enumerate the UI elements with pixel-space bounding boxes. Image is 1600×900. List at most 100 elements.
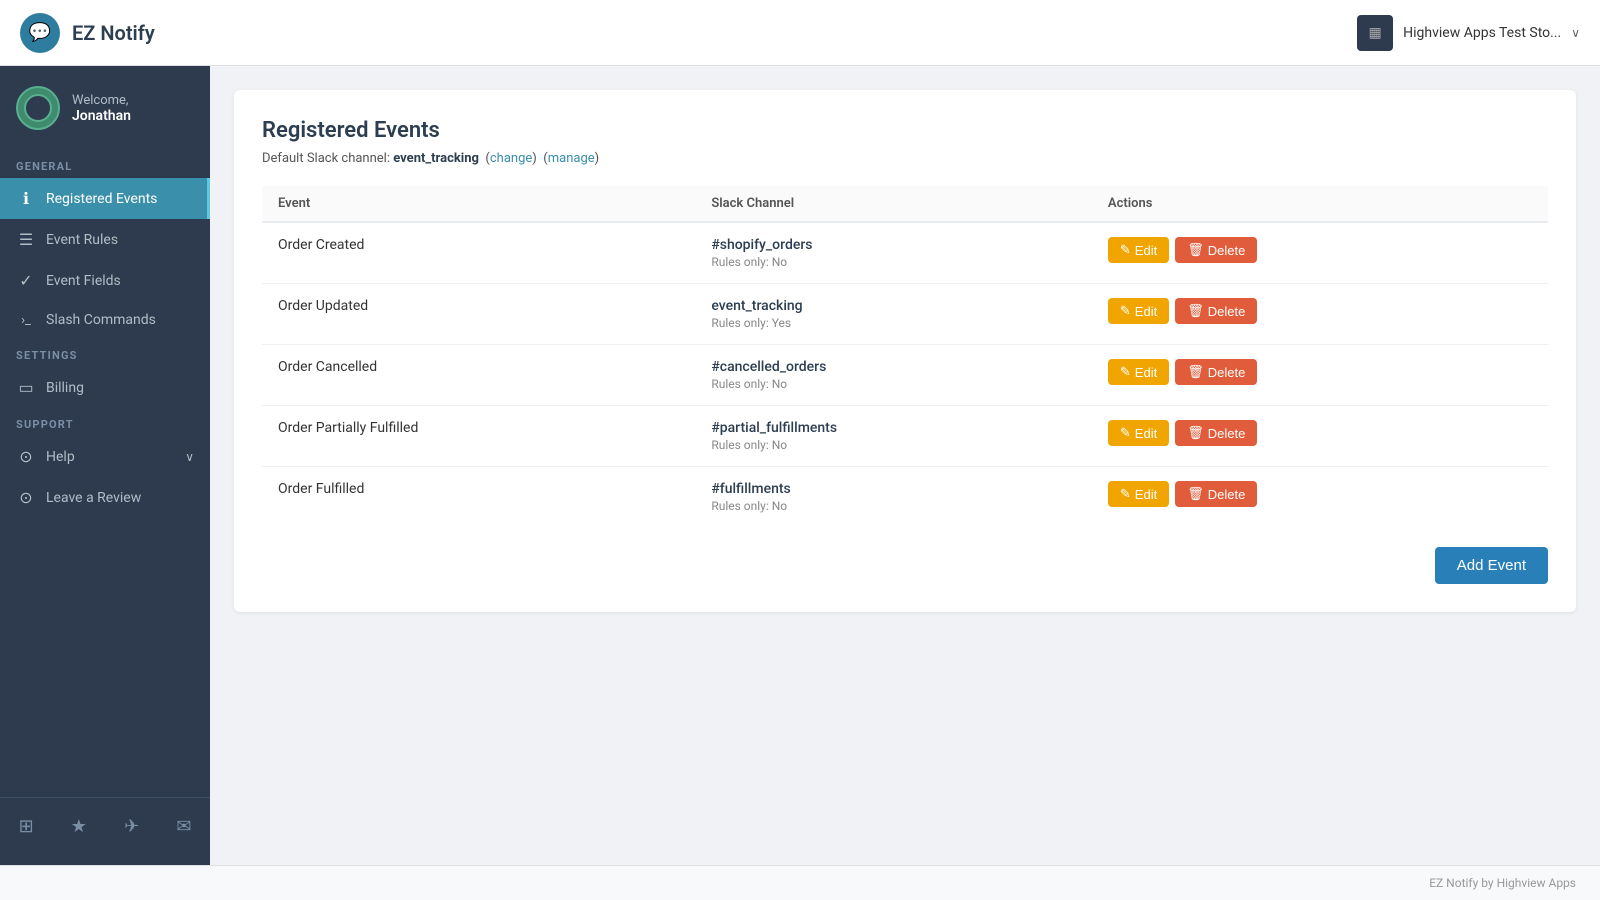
sidebar-item-slash-commands[interactable]: ›_ Slash Commands (0, 301, 210, 339)
username: Jonathan (72, 108, 131, 124)
sidebar-item-event-rules[interactable]: ☰ Event Rules (0, 219, 210, 260)
edit-button[interactable]: ✎ Edit (1108, 298, 1169, 324)
sidebar-bottom-icons: ⊞ ★ ✈ ✉ (0, 797, 210, 855)
slash-commands-icon: ›_ (16, 313, 36, 328)
sidebar-item-billing[interactable]: ▭ Billing (0, 367, 210, 408)
avatar (16, 86, 60, 130)
rules-only: Rules only: No (711, 377, 1076, 391)
content-wrapper: Registered Events Default Slack channel:… (234, 90, 1576, 612)
sidebar-item-label: Slash Commands (46, 312, 156, 328)
table-header: Event Slack Channel Actions (262, 186, 1548, 222)
edit-icon: ✎ (1120, 364, 1131, 380)
default-channel-info: Default Slack channel: event_tracking (c… (262, 151, 1548, 166)
sidebar-item-event-fields[interactable]: ✓ Event Fields (0, 260, 210, 301)
events-table: Event Slack Channel Actions Order Create… (262, 186, 1548, 527)
header-right: ▦ Highview Apps Test Sto... ∨ (1357, 15, 1580, 51)
edit-icon: ✎ (1120, 486, 1131, 502)
delete-button[interactable]: 🗑 Delete (1175, 298, 1257, 324)
user-section: Welcome, Jonathan (0, 66, 210, 150)
layout: Welcome, Jonathan GENERAL ℹ Registered E… (0, 66, 1600, 865)
sidebar-item-label: Event Fields (46, 273, 121, 289)
bottom-icon-apps[interactable]: ⊞ (13, 810, 40, 843)
bottom-icon-mail[interactable]: ✉ (170, 810, 197, 843)
bottom-icon-star[interactable]: ★ (65, 810, 93, 843)
edit-button[interactable]: ✎ Edit (1108, 359, 1169, 385)
edit-icon: ✎ (1120, 303, 1131, 319)
change-link[interactable]: change (490, 151, 532, 166)
delete-icon: 🗑 (1187, 242, 1204, 258)
sidebar-item-registered-events[interactable]: ℹ Registered Events (0, 178, 210, 219)
rules-only: Rules only: No (711, 499, 1076, 513)
table-row: Order Updatedevent_trackingRules only: Y… (262, 284, 1548, 345)
rules-only: Rules only: No (711, 255, 1076, 269)
event-name: Order Partially Fulfilled (262, 406, 695, 467)
app-logo-icon: 💬 (29, 22, 51, 43)
add-event-row: Add Event (262, 547, 1548, 584)
delete-button[interactable]: 🗑 Delete (1175, 420, 1257, 446)
store-icon-glyph: ▦ (1369, 25, 1382, 41)
leave-review-icon: ⊙ (16, 488, 36, 507)
billing-icon: ▭ (16, 378, 36, 397)
slack-channel-cell: #partial_fulfillmentsRules only: No (695, 406, 1092, 467)
manage-link[interactable]: manage (548, 151, 595, 166)
delete-button[interactable]: 🗑 Delete (1175, 237, 1257, 263)
table-row: Order Fulfilled #fulfillments Rules only: … (262, 467, 1548, 528)
event-rules-icon: ☰ (16, 230, 36, 249)
store-icon: ▦ (1357, 15, 1393, 51)
channel-name: #shopify_orders (711, 237, 1076, 253)
delete-button[interactable]: 🗑 Delete (1175, 359, 1257, 385)
table-row: Order Cancelled#cancelled_ordersRules on… (262, 345, 1548, 406)
delete-button[interactable]: 🗑 Delete (1175, 481, 1257, 507)
footer-text: EZ Notify by Highview Apps (1429, 876, 1576, 890)
table-row: Order Partially Fulfilled#partial_fulfil… (262, 406, 1548, 467)
sidebar-item-leave-review[interactable]: ⊙ Leave a Review (0, 477, 210, 518)
slack-channel-cell: event_trackingRules only: Yes (695, 284, 1092, 345)
col-event: Event (262, 186, 695, 222)
event-fields-icon: ✓ (16, 271, 36, 290)
header-left: 💬 EZ Notify (20, 13, 155, 53)
add-event-button[interactable]: Add Event (1435, 547, 1548, 584)
welcome-label: Welcome, (72, 93, 131, 108)
default-channel-name: event_tracking (393, 151, 479, 166)
edit-button[interactable]: ✎ Edit (1108, 420, 1169, 446)
table-row: Order Created #shopify_orders Rules only: … (262, 222, 1548, 284)
settings-section-label: SETTINGS (0, 339, 210, 367)
sidebar-item-label: Leave a Review (46, 490, 141, 506)
channel-name: #partial_fulfillments (711, 420, 1076, 436)
col-actions: Actions (1092, 186, 1548, 222)
support-section-label: SUPPORT (0, 408, 210, 436)
actions-cell: ✎ Edit🗑 Delete (1092, 284, 1548, 345)
event-name: Order Created (262, 222, 695, 284)
app-logo: 💬 (20, 13, 60, 53)
default-channel-prefix: Default Slack channel: (262, 151, 390, 166)
slack-channel-cell: #fulfillments Rules only: No (695, 467, 1092, 528)
actions-cell: ✎ Edit🗑 Delete (1092, 467, 1548, 528)
store-chevron-icon[interactable]: ∨ (1571, 26, 1580, 40)
event-name: Order Cancelled (262, 345, 695, 406)
channel-name: #fulfillments (711, 481, 1076, 497)
sidebar-item-help[interactable]: ⊙ Help ∨ (0, 436, 210, 477)
sidebar-item-label: Registered Events (46, 191, 157, 207)
event-name: Order Fulfilled (262, 467, 695, 528)
slack-channel-cell: #shopify_orders Rules only: No (695, 222, 1092, 284)
bottom-icon-send[interactable]: ✈ (118, 810, 145, 843)
help-expand-icon: ∨ (185, 450, 194, 464)
registered-events-icon: ℹ (16, 189, 36, 208)
event-name: Order Updated (262, 284, 695, 345)
channel-name: event_tracking (711, 298, 1076, 314)
actions-cell: ✎ Edit🗑 Delete (1092, 345, 1548, 406)
sidebar-item-label: Billing (46, 380, 84, 396)
edit-icon: ✎ (1120, 242, 1131, 258)
help-icon: ⊙ (16, 447, 36, 466)
col-slack-channel: Slack Channel (695, 186, 1092, 222)
edit-button[interactable]: ✎ Edit (1108, 481, 1169, 507)
general-section-label: GENERAL (0, 150, 210, 178)
store-name: Highview Apps Test Sto... (1403, 25, 1561, 41)
actions-cell: ✎ Edit🗑 Delete (1092, 406, 1548, 467)
delete-icon: 🗑 (1187, 364, 1204, 380)
edit-button[interactable]: ✎ Edit (1108, 237, 1169, 263)
actions-cell: ✎ Edit🗑 Delete (1092, 222, 1548, 284)
delete-icon: 🗑 (1187, 303, 1204, 319)
user-info: Welcome, Jonathan (72, 93, 131, 124)
slack-channel-cell: #cancelled_ordersRules only: No (695, 345, 1092, 406)
